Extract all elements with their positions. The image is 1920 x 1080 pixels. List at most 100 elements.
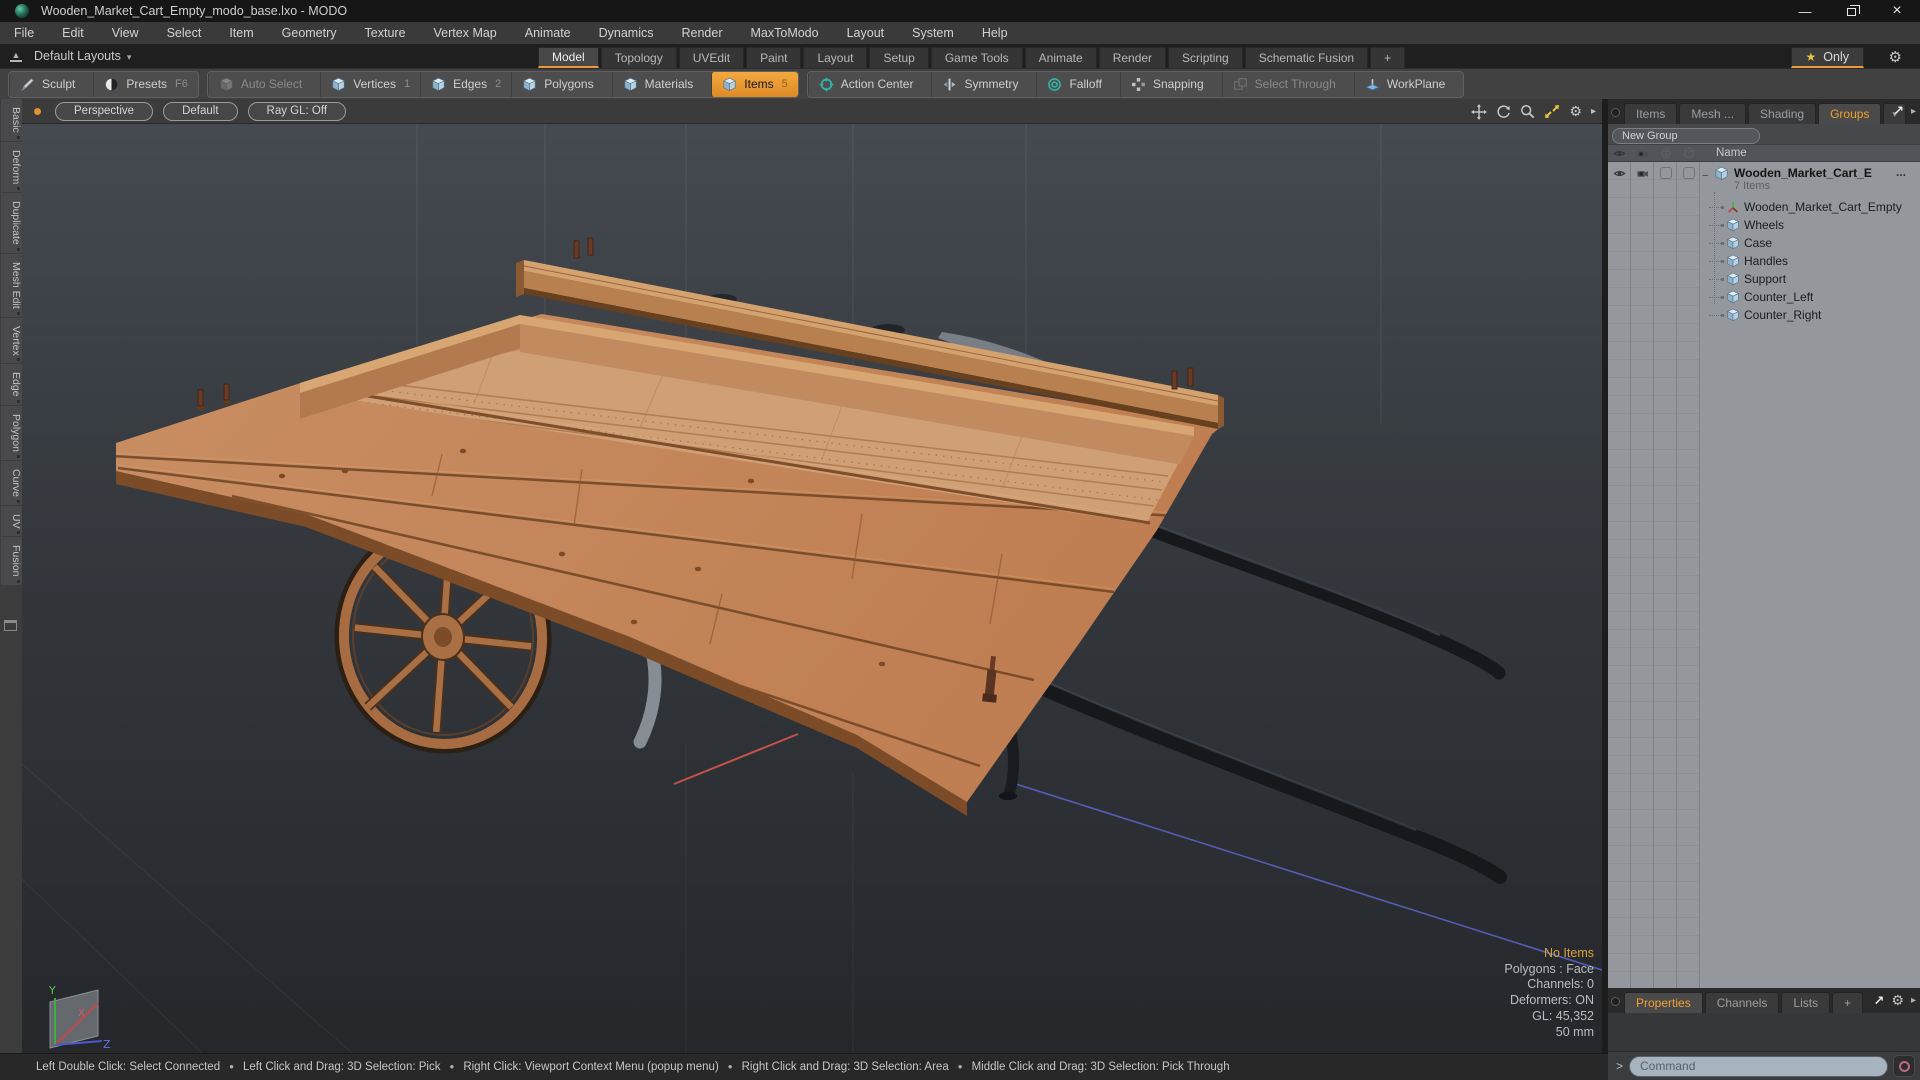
gear-icon[interactable]: ⚙ — [1889, 48, 1902, 66]
toolbar-button[interactable]: Items 5 — [711, 71, 798, 97]
group-ellipsis[interactable]: ... — [1896, 165, 1906, 179]
layout-tab[interactable]: Topology — [600, 47, 677, 68]
group-visibility-eye-icon[interactable] — [1608, 167, 1631, 180]
layout-tab[interactable]: Layout — [803, 47, 868, 68]
panel-arrow-icon[interactable]: ▸ — [1911, 995, 1916, 1006]
restore-button[interactable] — [1828, 0, 1874, 22]
visibility-column-eye-icon[interactable] — [1608, 147, 1631, 160]
side-tab[interactable]: UV — [1, 505, 22, 537]
toolbar-button[interactable]: WorkPlane — [1353, 71, 1463, 97]
side-tab[interactable]: Mesh Edit — [1, 253, 22, 317]
toolbar-button[interactable]: Falloff — [1036, 71, 1119, 97]
menu-item[interactable]: Vertex Map — [420, 22, 511, 44]
bound-column-icon[interactable] — [1677, 147, 1700, 159]
viewport-expand-arrow-icon[interactable]: ▸ — [1591, 106, 1596, 117]
menu-item[interactable]: Item — [215, 22, 267, 44]
menu-item[interactable]: Dynamics — [585, 22, 668, 44]
menu-item[interactable]: Animate — [511, 22, 585, 44]
group-item-row[interactable]: Support — [1608, 270, 1920, 288]
viewport-canvas[interactable]: Y X Z — [21, 124, 1603, 1054]
layout-tab[interactable]: Model — [538, 47, 599, 68]
layout-tab[interactable]: Scripting — [1168, 47, 1243, 68]
group-row[interactable]: − Wooden_Market_Cart_E ... 7 Items — [1608, 162, 1920, 196]
collapse-expander-icon[interactable]: − — [1702, 170, 1708, 182]
viewport-thumb-icon[interactable] — [34, 107, 41, 115]
group-item-row[interactable]: Handles — [1608, 252, 1920, 270]
layout-tab[interactable]: Animate — [1024, 47, 1097, 68]
layout-switcher[interactable]: Default Layouts ▾ — [34, 44, 131, 69]
viewport-settings-gear-icon[interactable]: ⚙ — [1569, 99, 1582, 124]
new-group-button[interactable]: New Group — [1612, 128, 1760, 144]
wireframe-column-icon[interactable] — [1654, 147, 1677, 159]
toolbar-button[interactable]: Symmetry — [931, 71, 1036, 97]
close-button[interactable]: × — [1874, 0, 1920, 22]
layout-tab[interactable]: Schematic Fusion — [1244, 47, 1369, 68]
panel-thumb-icon[interactable] — [1611, 108, 1620, 117]
toolbar-button[interactable]: Auto Select — [207, 71, 320, 97]
side-tab[interactable]: Fusion — [1, 537, 22, 585]
expand-panel-icon[interactable]: ↗ — [1874, 993, 1885, 1009]
menu-item[interactable]: Edit — [48, 22, 98, 44]
expand-panel-icon[interactable]: ↗ — [1893, 103, 1904, 119]
toolbar-button[interactable]: Edges 2 — [420, 71, 511, 97]
menu-item[interactable]: System — [898, 22, 968, 44]
orbit-icon[interactable] — [1496, 104, 1511, 119]
panel-tab[interactable]: Mesh ... — [1679, 103, 1747, 124]
side-tab[interactable]: Duplicate — [1, 193, 22, 253]
layout-tab[interactable]: Render — [1098, 47, 1167, 68]
viewport-style-button[interactable]: Default — [163, 101, 238, 121]
bottom-tab[interactable]: Properties — [1624, 992, 1703, 1013]
menu-item[interactable]: View — [98, 22, 153, 44]
menu-item[interactable]: Render — [668, 22, 737, 44]
side-tab[interactable]: Edge — [1, 364, 22, 405]
group-item-row[interactable]: Wooden_Market_Cart_Empty — [1608, 198, 1920, 216]
menu-item[interactable]: MaxToModo — [737, 22, 833, 44]
group-checkbox[interactable] — [1677, 167, 1700, 179]
toolbar-button[interactable]: Select Through — [1221, 71, 1354, 97]
3d-viewport[interactable]: Y X Z — [21, 124, 1603, 1054]
group-item-row[interactable]: Case — [1608, 234, 1920, 252]
group-item-row[interactable]: Wheels — [1608, 216, 1920, 234]
maximize-viewport-icon[interactable] — [1544, 104, 1560, 119]
toolbar-button[interactable]: Presets F6 — [93, 71, 198, 97]
layout-tab[interactable]: Game Tools — [930, 47, 1023, 68]
toolbar-button[interactable]: Snapping — [1119, 71, 1222, 97]
menu-item[interactable]: Geometry — [268, 22, 351, 44]
viewport-style-button[interactable]: Ray GL: Off — [247, 101, 347, 121]
menu-item[interactable]: Layout — [833, 22, 899, 44]
command-input[interactable] — [1629, 1055, 1888, 1077]
mini-palette-icon[interactable] — [4, 619, 17, 631]
toolbar-button[interactable]: Action Center — [807, 71, 932, 97]
side-tab[interactable]: Basic — [1, 99, 22, 141]
bottom-tab[interactable]: Channels — [1704, 992, 1780, 1013]
panel-tab[interactable]: Items — [1624, 103, 1678, 124]
pan-icon[interactable] — [1471, 103, 1488, 120]
layout-tab[interactable]: Setup — [869, 47, 929, 68]
groups-tree[interactable]: − Wooden_Market_Cart_E ... 7 Items Woode… — [1608, 162, 1920, 988]
group-item-row[interactable]: Counter_Right — [1608, 306, 1920, 324]
toolbar-button[interactable]: Sculpt — [9, 71, 93, 97]
group-name[interactable]: Wooden_Market_Cart_E — [1734, 166, 1872, 180]
pin-layout-icon[interactable]: ▲ — [10, 50, 22, 62]
layout-tab[interactable]: UVEdit — [678, 47, 745, 68]
menu-item[interactable]: Help — [968, 22, 1022, 44]
panel-tab[interactable]: Shading — [1748, 103, 1817, 124]
group-checkbox[interactable] — [1654, 167, 1677, 179]
layout-tab[interactable]: Paint — [746, 47, 802, 68]
toolbar-button[interactable]: Polygons — [511, 71, 611, 97]
bottom-tab[interactable]: Lists — [1781, 992, 1831, 1013]
side-tab[interactable]: Deform — [1, 141, 22, 193]
only-tab[interactable]: ★ Only — [1790, 47, 1864, 68]
panel-thumb-icon[interactable] — [1611, 997, 1620, 1006]
toolbar-button[interactable]: Materials — [611, 71, 712, 97]
bottom-tab[interactable]: + — [1832, 992, 1864, 1013]
panel-gear-icon[interactable]: ⚙ — [1891, 992, 1904, 1009]
menu-item[interactable]: Texture — [351, 22, 420, 44]
macro-record-button[interactable] — [1893, 1055, 1915, 1077]
viewport-style-button[interactable]: Perspective — [55, 101, 154, 121]
side-tab[interactable]: Curve — [1, 460, 22, 505]
side-tab[interactable]: Polygon — [1, 405, 22, 460]
group-item-row[interactable]: Counter_Left — [1608, 288, 1920, 306]
menu-item[interactable]: File — [0, 22, 48, 44]
group-render-camera-icon[interactable] — [1631, 167, 1654, 180]
